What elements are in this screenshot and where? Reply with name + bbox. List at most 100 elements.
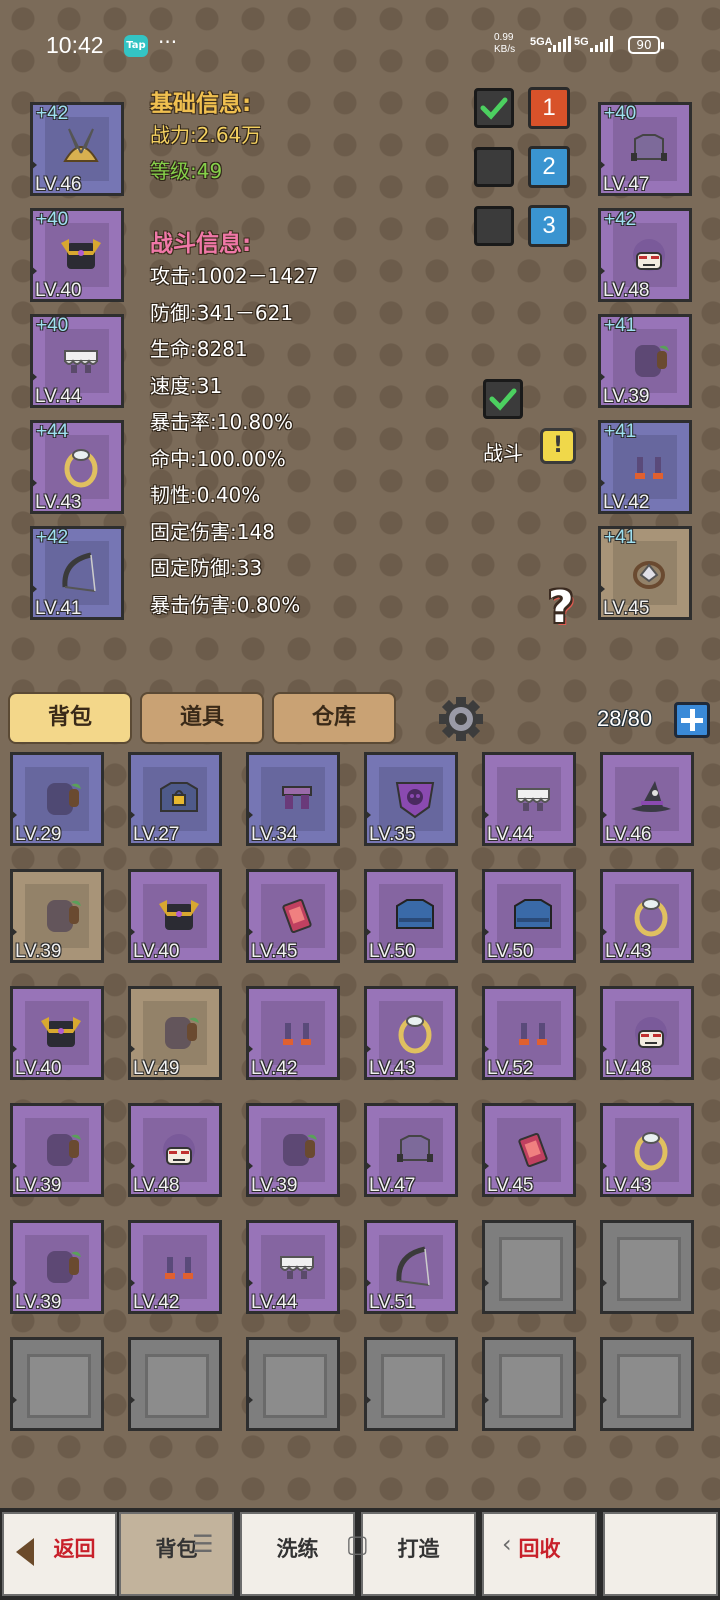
backpack-icon xyxy=(47,1251,81,1283)
expand-capacity-button[interactable] xyxy=(674,702,710,738)
slot-notch xyxy=(128,1160,135,1172)
equipped-right-slot[interactable]: +41 LV.45 xyxy=(598,526,692,620)
inventory-slot[interactable]: LV.48 xyxy=(600,986,694,1080)
battle-stat: 生命:8281 xyxy=(150,337,248,361)
inventory-slot[interactable]: LV.45 xyxy=(246,869,340,963)
battle-stat: 固定防御:33 xyxy=(150,556,263,580)
backpack-icon xyxy=(47,900,81,932)
inventory-slot[interactable]: LV.50 xyxy=(482,869,576,963)
preset-checkbox-2[interactable] xyxy=(474,147,514,187)
inventory-slot[interactable]: LV.39 xyxy=(246,1103,340,1197)
inventory-slot[interactable]: LV.44 xyxy=(246,1220,340,1314)
inventory-slot[interactable]: LV.40 xyxy=(128,869,222,963)
equipped-left-slot[interactable]: +40 LV.40 xyxy=(30,208,124,302)
item-level: LV.45 xyxy=(487,1175,534,1196)
slot-notch xyxy=(364,1277,371,1289)
backpack-icon xyxy=(47,783,81,815)
jacket-icon xyxy=(396,899,434,929)
battle-stat: 固定伤害:148 xyxy=(150,519,275,544)
inventory-slot[interactable]: LV.51 xyxy=(364,1220,458,1314)
inventory-slot[interactable]: LV.43 xyxy=(600,869,694,963)
empty-inventory-slot[interactable] xyxy=(600,1220,694,1314)
inventory-slot[interactable]: LV.47 xyxy=(364,1103,458,1197)
backpack-icon xyxy=(47,1134,81,1166)
slot-notch xyxy=(128,809,135,821)
slot-notch xyxy=(364,1043,371,1055)
slot-notch xyxy=(482,1043,489,1055)
item-level: LV.47 xyxy=(603,174,650,195)
backpack-button[interactable]: 背包 xyxy=(119,1512,234,1596)
alert-button[interactable]: ! xyxy=(540,428,576,464)
equipped-right-slot[interactable]: +40 LV.47 xyxy=(598,102,692,196)
empty-inventory-slot[interactable] xyxy=(482,1220,576,1314)
preset-button-1[interactable]: 1 xyxy=(528,87,570,129)
enhance-level: +42 xyxy=(604,209,637,230)
bow-icon xyxy=(62,552,96,592)
inventory-slot[interactable]: LV.49 xyxy=(128,986,222,1080)
card-icon xyxy=(518,1132,548,1168)
item-level: LV.39 xyxy=(15,1292,62,1313)
empty-bottom-button xyxy=(603,1512,718,1596)
equipped-left-slot[interactable]: +40 LV.44 xyxy=(30,314,124,408)
preset-checkbox-3[interactable] xyxy=(474,206,514,246)
inventory-slot[interactable]: LV.39 xyxy=(10,1103,104,1197)
battle-stat: 暴击伤害:0.80% xyxy=(150,592,301,617)
inventory-slot[interactable]: LV.42 xyxy=(246,986,340,1080)
battle-checkbox[interactable] xyxy=(483,379,523,419)
equipped-left-slot[interactable]: +42 LV.41 xyxy=(30,526,124,620)
inventory-slot[interactable]: LV.34 xyxy=(246,752,340,846)
equipped-right-slot[interactable]: +42 LV.48 xyxy=(598,208,692,302)
preset-button-3[interactable]: 3 xyxy=(528,205,570,247)
recycle-button[interactable]: 回收 xyxy=(482,1512,597,1596)
preset-button-2[interactable]: 2 xyxy=(528,146,570,188)
nav-menu-icon[interactable]: ☰ xyxy=(192,1530,214,1558)
empty-inventory-slot[interactable] xyxy=(364,1337,458,1431)
inventory-slot[interactable]: LV.39 xyxy=(10,1220,104,1314)
empty-inventory-slot[interactable] xyxy=(246,1337,340,1431)
inventory-slot[interactable]: LV.40 xyxy=(10,986,104,1080)
empty-inventory-slot[interactable] xyxy=(482,1337,576,1431)
gear-icon[interactable] xyxy=(438,696,484,742)
empty-inventory-slot[interactable] xyxy=(10,1337,104,1431)
locked-shirt-icon xyxy=(160,782,198,812)
inventory-slot[interactable]: LV.50 xyxy=(364,869,458,963)
empty-inventory-slot[interactable] xyxy=(128,1337,222,1431)
backpack-icon xyxy=(635,345,669,377)
inventory-slot[interactable]: LV.52 xyxy=(482,986,576,1080)
inventory-slot[interactable]: LV.48 xyxy=(128,1103,222,1197)
inventory-slot[interactable]: LV.35 xyxy=(364,752,458,846)
inventory-slot[interactable]: LV.46 xyxy=(600,752,694,846)
equipped-right-slot[interactable]: +41 LV.39 xyxy=(598,314,692,408)
back-button[interactable]: 返回 xyxy=(2,1512,117,1596)
equipped-right-slot[interactable]: +41 LV.42 xyxy=(598,420,692,514)
forge-button[interactable]: 打造 xyxy=(361,1512,476,1596)
head-icon xyxy=(633,239,665,271)
refine-button[interactable]: 洗练 xyxy=(240,1512,355,1596)
inventory-slot[interactable]: LV.43 xyxy=(364,986,458,1080)
back-label: 返回 xyxy=(53,1537,96,1561)
slot-notch xyxy=(482,1394,489,1406)
preset-checkbox-1[interactable] xyxy=(474,88,514,128)
nav-back-icon[interactable]: ‹ xyxy=(502,1530,512,1558)
tab-warehouse[interactable]: 仓库 xyxy=(272,692,396,744)
tab-backpack[interactable]: 背包 xyxy=(8,692,132,744)
slot-notch xyxy=(482,1160,489,1172)
equipped-left-slot[interactable]: +42 LV.46 xyxy=(30,102,124,196)
level-text: 等级:49 xyxy=(150,159,223,183)
nav-home-icon[interactable]: ▢ xyxy=(346,1530,369,1558)
item-level: LV.40 xyxy=(15,1058,62,1079)
help-icon[interactable]: ? xyxy=(548,582,574,633)
inventory-slot[interactable]: LV.39 xyxy=(10,869,104,963)
inventory-slot[interactable]: LV.42 xyxy=(128,1220,222,1314)
inventory-slot[interactable]: LV.44 xyxy=(482,752,576,846)
inventory-slot[interactable]: LV.43 xyxy=(600,1103,694,1197)
battery-icon: 90 xyxy=(628,36,664,54)
equipped-left-slot[interactable]: +44 LV.43 xyxy=(30,420,124,514)
battle-stat: 攻击:1002－1427 xyxy=(150,264,319,288)
inventory-slot[interactable]: LV.29 xyxy=(10,752,104,846)
tab-items[interactable]: 道具 xyxy=(140,692,264,744)
empty-inventory-slot[interactable] xyxy=(600,1337,694,1431)
inventory-slot[interactable]: LV.27 xyxy=(128,752,222,846)
slot-notch xyxy=(598,477,605,489)
inventory-slot[interactable]: LV.45 xyxy=(482,1103,576,1197)
